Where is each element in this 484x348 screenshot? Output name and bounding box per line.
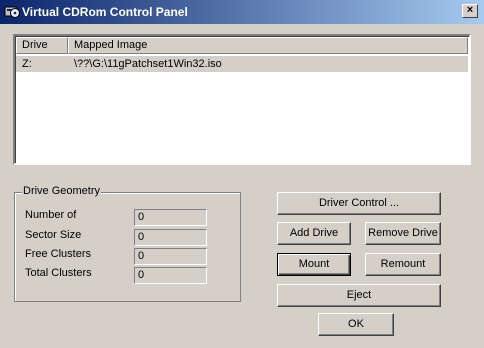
driver-control-button[interactable]: Driver Control ... <box>277 192 441 215</box>
number-of-field: 0 <box>134 209 207 226</box>
cdrom-app-icon <box>4 6 20 18</box>
ok-button[interactable]: OK <box>318 313 394 336</box>
close-icon: × <box>466 4 474 16</box>
remount-button[interactable]: Remount <box>365 253 441 276</box>
mount-button[interactable]: Mount <box>277 253 351 276</box>
column-header-mapped-image[interactable]: Mapped Image <box>68 37 468 54</box>
remove-drive-button[interactable]: Remove Drive <box>365 222 441 245</box>
list-row[interactable]: Z: \??\G:\11gPatchset1Win32.iso <box>16 56 468 72</box>
virtual-cdrom-dialog: Virtual CDRom Control Panel × Drive Mapp… <box>0 0 484 348</box>
close-button[interactable]: × <box>462 4 478 18</box>
row-mapped-image: \??\G:\11gPatchset1Win32.iso <box>74 58 222 70</box>
free-clusters-label: Free Clusters <box>25 248 92 260</box>
list-inner: Drive Mapped Image Z: \??\G:\11gPatchset… <box>15 36 469 163</box>
total-clusters-field: 0 <box>134 267 207 284</box>
column-header-drive[interactable]: Drive <box>16 37 68 54</box>
eject-button[interactable]: Eject <box>277 284 441 307</box>
sector-size-label: Sector Size <box>25 229 82 241</box>
row-drive: Z: <box>22 58 32 70</box>
sector-size-field: 0 <box>134 229 207 246</box>
mapped-drives-list[interactable]: Drive Mapped Image Z: \??\G:\11gPatchset… <box>13 34 471 165</box>
add-drive-button[interactable]: Add Drive <box>277 222 351 245</box>
drive-geometry-label: Drive Geometry <box>22 185 102 198</box>
title-bar[interactable]: Virtual CDRom Control Panel × <box>0 0 484 24</box>
window-title: Virtual CDRom Control Panel <box>22 5 188 19</box>
total-clusters-label: Total Clusters <box>25 267 92 279</box>
number-of-label: Number of <box>25 209 77 221</box>
free-clusters-field: 0 <box>134 248 207 265</box>
